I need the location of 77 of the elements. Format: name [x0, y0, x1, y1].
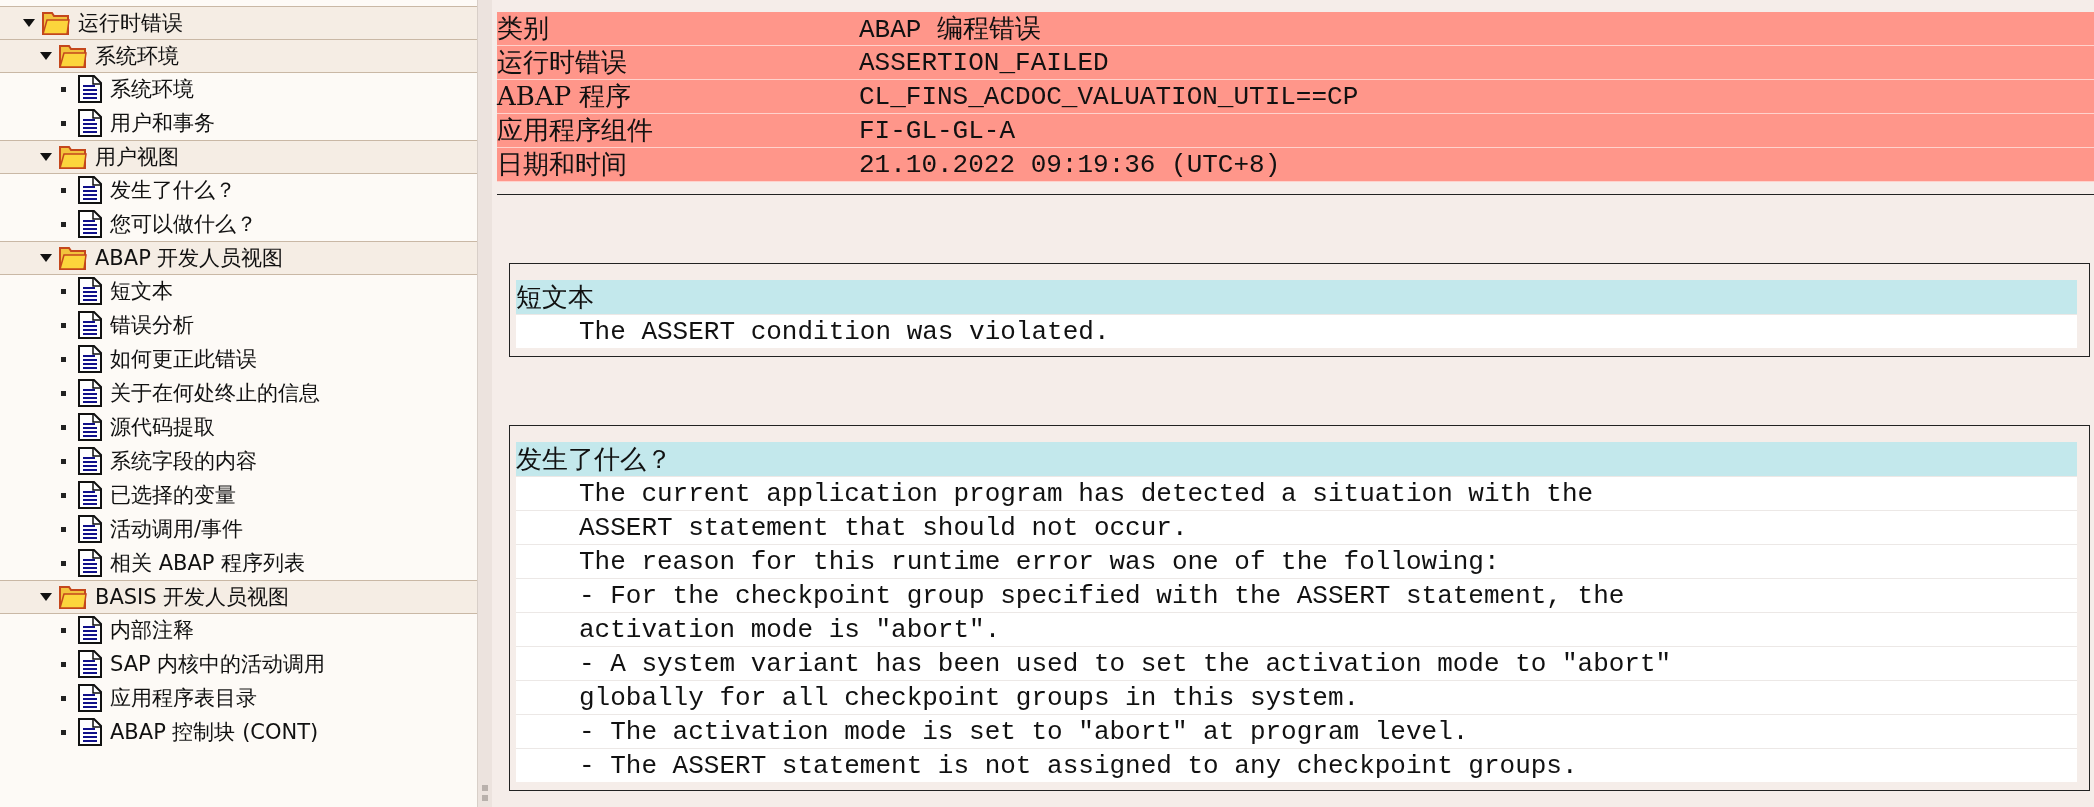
header-value: FI-GL-GL-A — [859, 115, 1016, 146]
header-label: 日期和时间 — [497, 148, 628, 181]
expanded-triangle-icon[interactable] — [22, 18, 36, 28]
section-title: 发生了什么？ — [516, 442, 2077, 476]
folder-icon — [59, 585, 87, 609]
header-value: CL_FINS_ACDOC_VALUATION_UTIL==CP — [859, 81, 1359, 112]
header-value: ABAP 编程错误 — [859, 14, 1041, 46]
tree-item[interactable]: 相关 ABAP 程序列表 — [110, 549, 306, 577]
tree-item[interactable]: 短文本 — [110, 277, 173, 305]
bullet-icon — [61, 729, 66, 735]
tree-item[interactable]: 错误分析 — [110, 311, 194, 339]
header-label: 应用程序组件 — [497, 114, 654, 147]
expanded-triangle-icon[interactable] — [39, 253, 53, 263]
tree-item[interactable]: 源代码提取 — [110, 413, 215, 441]
folder-label[interactable]: 系统环境 — [95, 42, 179, 70]
bullet-icon — [61, 120, 66, 126]
bullet-icon — [61, 390, 66, 396]
expanded-triangle-icon[interactable] — [39, 152, 53, 162]
tree-item[interactable]: 发生了什么？ — [110, 176, 236, 204]
document-icon — [78, 109, 102, 137]
tree-item[interactable]: 系统字段的内容 — [110, 447, 257, 475]
tree-item[interactable]: 内部注释 — [110, 616, 194, 644]
tree-item[interactable]: 应用程序表目录 — [110, 684, 257, 712]
scrollbar[interactable] — [478, 0, 492, 807]
bullet-icon — [61, 492, 66, 498]
document-icon — [78, 684, 102, 712]
document-icon — [78, 515, 102, 543]
document-icon — [78, 379, 102, 407]
header-label: ABAP 程序 — [497, 80, 633, 113]
document-icon — [78, 277, 102, 305]
header-value: 21.10.2022 09:19:36 (UTC+8) — [859, 149, 1281, 180]
document-icon — [78, 176, 102, 204]
document-icon — [78, 481, 102, 509]
folder-label[interactable]: 运行时错误 — [78, 9, 183, 37]
tree-item[interactable]: 关于在何处终止的信息 — [110, 379, 320, 407]
bullet-icon — [61, 560, 66, 566]
tree-item[interactable]: 用户和事务 — [110, 109, 215, 137]
tree-item[interactable]: 活动调用/事件 — [110, 515, 244, 543]
header-label: 类别 — [497, 12, 550, 45]
bullet-icon — [61, 695, 66, 701]
folder-icon — [59, 145, 87, 169]
tree-item[interactable]: 系统环境 — [110, 75, 194, 103]
header-label: 运行时错误 — [497, 46, 628, 79]
bullet-icon — [61, 458, 66, 464]
tree-item[interactable]: 您可以做什么？ — [110, 210, 257, 238]
tree-item[interactable]: 如何更正此错误 — [110, 345, 257, 373]
header-value: ASSERTION_FAILED — [859, 47, 1109, 78]
bullet-icon — [61, 356, 66, 362]
document-icon — [78, 413, 102, 441]
tree-item[interactable]: 已选择的变量 — [110, 481, 236, 509]
document-icon — [78, 549, 102, 577]
folder-icon — [42, 11, 70, 35]
tree-item[interactable]: SAP 内核中的活动调用 — [110, 650, 326, 678]
document-icon — [78, 345, 102, 373]
bullet-icon — [61, 288, 66, 294]
folder-label[interactable]: 用户视图 — [95, 143, 179, 171]
document-icon — [78, 650, 102, 678]
document-icon — [78, 718, 102, 746]
bullet-icon — [61, 661, 66, 667]
bullet-icon — [61, 322, 66, 328]
document-icon — [78, 311, 102, 339]
document-icon — [78, 210, 102, 238]
section-title: 短文本 — [516, 280, 2077, 314]
bullet-icon — [61, 526, 66, 532]
folder-icon — [59, 44, 87, 68]
document-icon — [78, 75, 102, 103]
bullet-icon — [61, 86, 66, 92]
expanded-triangle-icon[interactable] — [39, 592, 53, 602]
document-icon — [78, 616, 102, 644]
folder-icon — [59, 246, 87, 270]
bullet-icon — [61, 187, 66, 193]
expanded-triangle-icon[interactable] — [39, 51, 53, 61]
bullet-icon — [61, 221, 66, 227]
bullet-icon — [61, 424, 66, 430]
document-icon — [78, 447, 102, 475]
tree-item[interactable]: ABAP 控制块 (CONT) — [110, 718, 319, 746]
bullet-icon — [61, 627, 66, 633]
